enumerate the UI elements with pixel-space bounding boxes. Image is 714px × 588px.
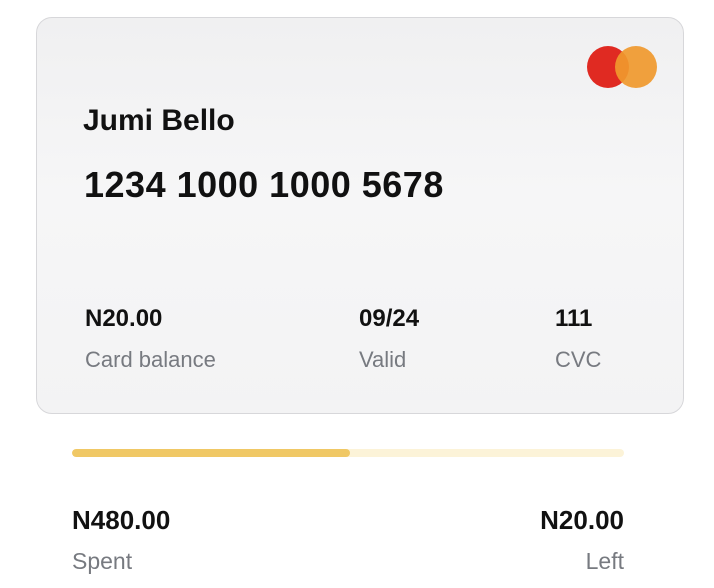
card-screen: Jumi Bello 1234 1000 1000 5678 N20.00 Ca…: [0, 0, 714, 588]
card-cvc-label: CVC: [555, 347, 602, 372]
left-value: N20.00: [540, 505, 624, 535]
spend-progress-fill: [72, 449, 351, 457]
card-validity: 09/24 Valid: [359, 305, 419, 373]
card-balance: N20.00 Card balance: [85, 305, 216, 373]
left-summary: N20.00 Left: [540, 505, 624, 575]
card-balance-label: Card balance: [85, 347, 216, 372]
card-validity-value: 09/24: [359, 305, 420, 332]
card-cvc: 111 CVC: [555, 305, 601, 373]
spend-progress-bar: [72, 449, 624, 457]
mastercard-orange-circle: [615, 46, 657, 88]
left-label: Left: [585, 548, 624, 574]
mastercard-icon: [587, 45, 661, 89]
card-number: 1234 1000 1000 5678: [84, 164, 444, 205]
card-holder-name: Jumi Bello: [83, 104, 235, 137]
card-validity-label: Valid: [359, 347, 407, 372]
spent-value: N480.00: [72, 505, 171, 535]
spent-label: Spent: [72, 548, 133, 574]
card-balance-value: N20.00: [85, 305, 163, 332]
spent-summary: N480.00 Spent: [72, 505, 170, 575]
card-cvc-value: 111: [555, 305, 593, 332]
payment-card[interactable]: Jumi Bello 1234 1000 1000 5678 N20.00 Ca…: [36, 17, 684, 414]
